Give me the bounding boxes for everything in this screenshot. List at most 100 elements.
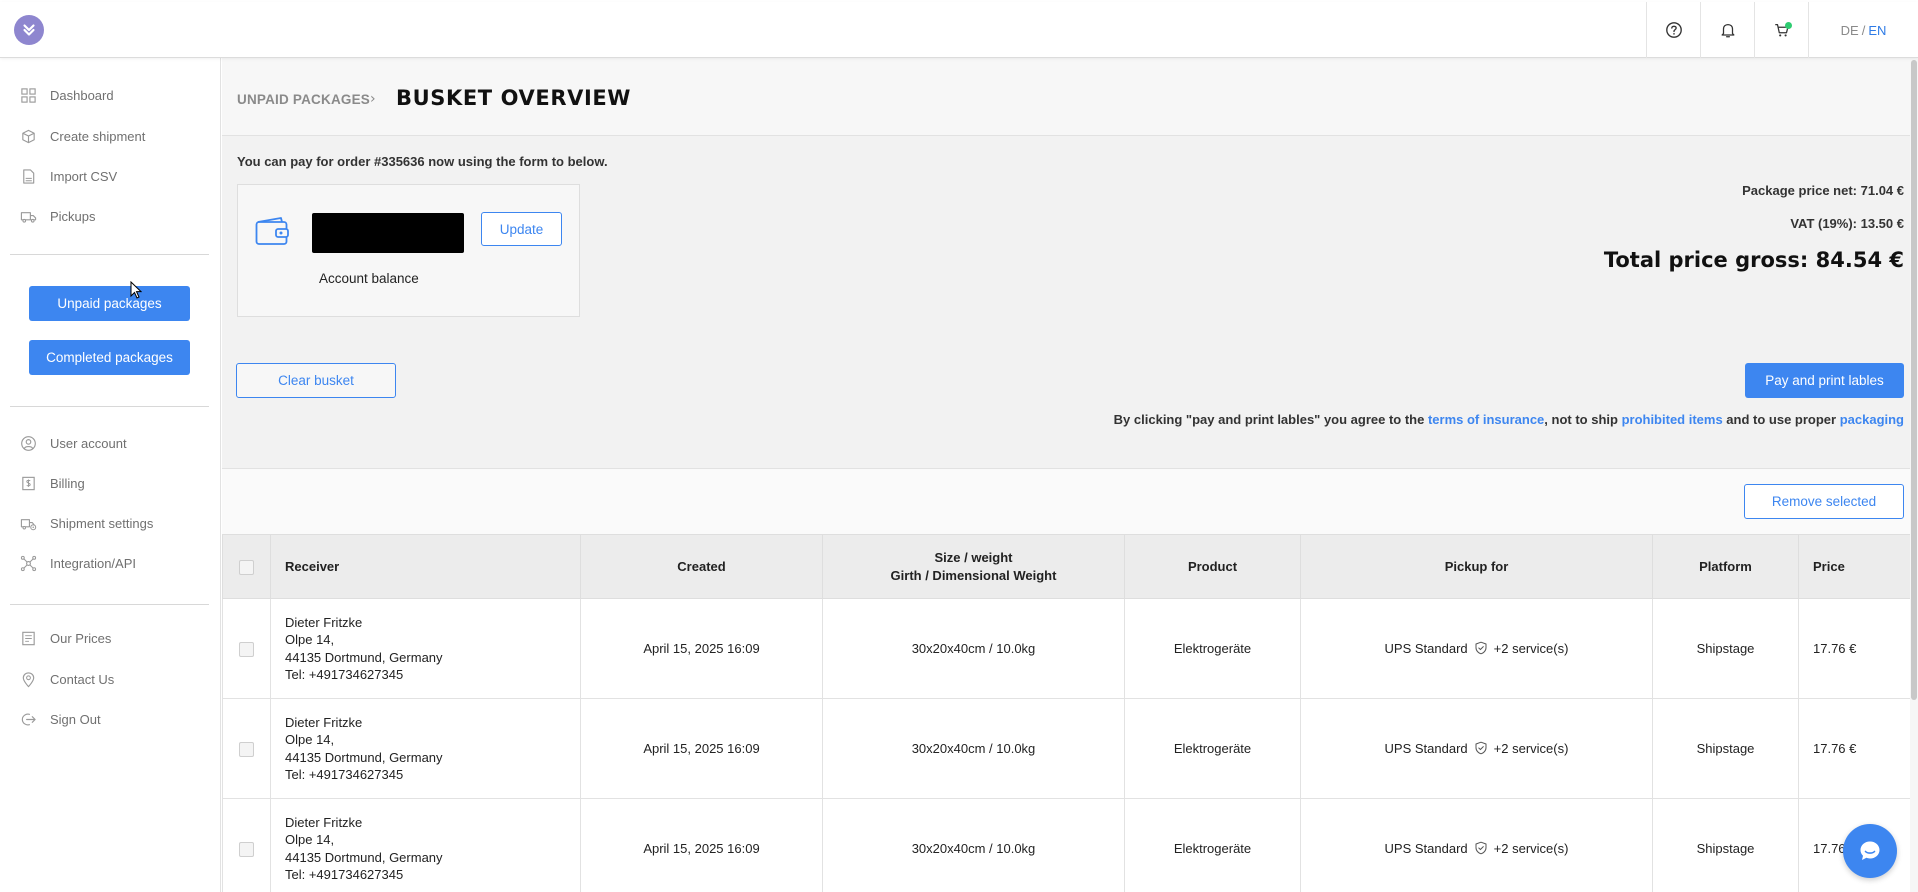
pay-and-print-button[interactable]: Pay and print lables xyxy=(1745,363,1904,398)
product-cell: Elektrogeräte xyxy=(1124,698,1301,799)
column-platform: Platform xyxy=(1652,534,1799,599)
row-checkbox[interactable] xyxy=(239,641,254,657)
receiver-name: Dieter Fritzke xyxy=(285,714,363,730)
help-button[interactable] xyxy=(1646,2,1700,58)
created-cell: April 15, 2025 16:09 xyxy=(580,798,823,892)
lang-en[interactable]: EN xyxy=(1868,23,1886,38)
mouse-cursor-icon xyxy=(130,281,142,299)
service-name: UPS Standard xyxy=(1384,640,1468,656)
package-price-net: Package price net: 71.04 € xyxy=(1742,183,1904,198)
platform-cell: Shipstage xyxy=(1652,598,1799,699)
bell-icon xyxy=(1721,23,1734,38)
sidebar-item-our-prices[interactable]: Our Prices xyxy=(20,627,111,649)
select-all-checkbox[interactable] xyxy=(239,559,254,575)
extra-services[interactable]: +2 service(s) xyxy=(1494,741,1569,756)
sidebar-item-dashboard[interactable]: Dashboard xyxy=(20,84,114,106)
agreement-text: By clicking "pay and print lables" you a… xyxy=(1114,412,1904,427)
price-tag-icon xyxy=(22,631,35,645)
extra-services[interactable]: +2 service(s) xyxy=(1494,641,1569,656)
price-cell: 17.76 € xyxy=(1798,698,1918,799)
price-cell: 17.76 € xyxy=(1798,598,1918,699)
select-all-cell xyxy=(222,534,271,599)
table-header-row: Receiver Created Size / weight Girth / Di… xyxy=(222,534,1918,599)
created-cell: April 15, 2025 16:09 xyxy=(580,598,823,699)
sidebar-divider xyxy=(10,254,209,255)
breadcrumb-parent[interactable]: UNPAID PACKAGES xyxy=(237,92,370,107)
integration-icon xyxy=(20,555,37,571)
sidebar-item-contact-us[interactable]: Contact Us xyxy=(20,668,114,690)
top-actions: DE / EN xyxy=(1646,2,1918,58)
scrollbar-thumb[interactable] xyxy=(1911,60,1917,700)
total-price-gross: Total price gross: 84.54 € xyxy=(1603,248,1904,272)
sidebar-item-label: Shipment settings xyxy=(50,515,154,531)
sidebar-item-label: Billing xyxy=(50,475,85,491)
user-icon xyxy=(21,435,36,451)
column-receiver: Receiver xyxy=(270,534,581,599)
sidebar-item-user-account[interactable]: User account xyxy=(20,432,127,454)
cart-indicator xyxy=(1785,22,1792,29)
shield-check-icon xyxy=(1475,841,1487,855)
chat-button[interactable] xyxy=(1843,824,1897,878)
receiver-tel: Tel: +491734627345 xyxy=(285,667,404,682)
box-icon xyxy=(22,129,35,143)
table-row[interactable]: Dieter Fritzke Olpe 14, 44135 Dortmund, … xyxy=(222,698,1918,799)
vat-amount: VAT (19%): 13.50 € xyxy=(1790,216,1904,231)
completed-packages-button[interactable]: Completed packages xyxy=(29,340,190,375)
receiver-tel: Tel: +491734627345 xyxy=(285,767,404,782)
main-content: UNPAID PACKAGES › BUSKET OVERVIEW You ca… xyxy=(222,58,1918,892)
row-checkbox[interactable] xyxy=(239,841,254,857)
billing-icon xyxy=(22,476,35,490)
sidebar-item-label: Dashboard xyxy=(50,87,114,103)
row-select-cell xyxy=(222,598,271,699)
logo-icon xyxy=(23,24,35,36)
sidebar-item-billing[interactable]: Billing xyxy=(20,472,85,494)
update-button[interactable]: Update xyxy=(481,212,562,246)
platform-cell: Shipstage xyxy=(1652,698,1799,799)
logo[interactable] xyxy=(14,15,44,45)
column-created: Created xyxy=(580,534,823,599)
clear-basket-button[interactable]: Clear busket xyxy=(236,363,396,398)
sidebar-item-label: Our Prices xyxy=(50,630,112,646)
terms-of-insurance-link[interactable]: terms of insurance xyxy=(1428,412,1544,427)
sidebar-item-pickups[interactable]: Pickups xyxy=(20,205,96,227)
packaging-link[interactable]: packaging xyxy=(1840,412,1904,427)
receiver-name: Dieter Fritzke xyxy=(285,814,363,830)
extra-services[interactable]: +2 service(s) xyxy=(1494,841,1569,856)
table-row[interactable]: Dieter Fritzke Olpe 14, 44135 Dortmund, … xyxy=(222,598,1918,699)
table-row[interactable]: Dieter Fritzke Olpe 14, 44135 Dortmund, … xyxy=(222,798,1918,892)
help-icon xyxy=(1665,22,1682,38)
receiver-street: Olpe 14, xyxy=(285,732,335,747)
receiver-tel: Tel: +491734627345 xyxy=(285,867,404,882)
truck-icon xyxy=(20,211,37,223)
unpaid-packages-button[interactable]: Unpaid packages xyxy=(29,286,190,321)
sidebar-item-label: Contact Us xyxy=(50,671,115,687)
lang-de[interactable]: DE xyxy=(1841,23,1859,38)
sidebar-item-label: Pickups xyxy=(50,208,96,224)
notifications-button[interactable] xyxy=(1700,2,1754,58)
sidebar-item-create-shipment[interactable]: Create shipment xyxy=(20,125,145,147)
page-title: BUSKET OVERVIEW xyxy=(396,86,632,110)
receiver-city: 44135 Dortmund, Germany xyxy=(285,649,443,665)
chat-icon xyxy=(1860,841,1880,860)
prohibited-items-link[interactable]: prohibited items xyxy=(1622,412,1723,427)
receiver-cell: Dieter Fritzke Olpe 14, 44135 Dortmund, … xyxy=(270,598,581,699)
sidebar: Dashboard Create shipment Import CSV Pic… xyxy=(0,58,221,892)
account-balance-value xyxy=(312,213,464,253)
sidebar-item-import-csv[interactable]: Import CSV xyxy=(20,165,117,187)
sidebar-item-sign-out[interactable]: Sign Out xyxy=(20,708,101,730)
row-select-cell xyxy=(222,698,271,799)
pickup-cell: UPS Standard +2 service(s) xyxy=(1300,698,1653,799)
platform-cell: Shipstage xyxy=(1652,798,1799,892)
column-size-line1: Size / weight xyxy=(934,549,1013,565)
remove-selected-button[interactable]: Remove selected xyxy=(1744,484,1904,519)
sidebar-item-integration-api[interactable]: Integration/API xyxy=(20,552,136,574)
created-cell: April 15, 2025 16:09 xyxy=(580,698,823,799)
language-switcher[interactable]: DE / EN xyxy=(1808,2,1918,58)
receiver-street: Olpe 14, xyxy=(285,832,335,847)
sidebar-item-shipment-settings[interactable]: Shipment settings xyxy=(20,512,153,534)
page-scrollbar[interactable] xyxy=(1910,58,1918,892)
receiver-street: Olpe 14, xyxy=(285,632,335,647)
csv-icon xyxy=(23,168,35,184)
row-checkbox[interactable] xyxy=(239,741,254,757)
cart-button[interactable] xyxy=(1754,2,1808,58)
